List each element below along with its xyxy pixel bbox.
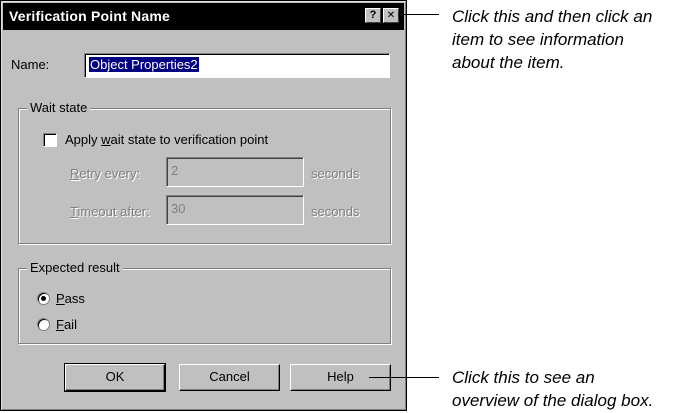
fail-label[interactable]: Fail — [56, 317, 77, 332]
wait-state-group-label: Wait state — [27, 100, 91, 115]
help-icon-leader-line — [398, 14, 439, 15]
context-help-icon[interactable]: ? — [365, 8, 381, 23]
apply-wait-state-checkbox[interactable] — [43, 133, 57, 147]
dialog-title: Verification Point Name — [9, 8, 170, 24]
retry-seconds-label: seconds — [311, 166, 360, 181]
verification-point-name-dialog: Verification Point Name ? ✕ Name: Object… — [0, 0, 407, 411]
help-button-callout: Click this to see an overview of the dia… — [452, 366, 688, 412]
ok-button[interactable]: OK — [64, 363, 166, 392]
retry-every-label: Retry every: — [70, 166, 140, 181]
name-label: Name: — [11, 57, 50, 72]
pass-radio-dot — [41, 296, 46, 301]
help-button-callout-line-2: overview of the dialog box. — [452, 391, 654, 410]
help-icon-callout: Click this and then click an item to see… — [452, 5, 688, 74]
pass-radio[interactable] — [37, 292, 50, 305]
help-button-callout-line-1: Click this to see an — [452, 368, 595, 387]
apply-wait-state-label-accel: w — [101, 132, 111, 147]
help-icon-callout-line-3: about the item. — [452, 53, 565, 72]
name-field-value: Object Properties2 — [89, 57, 199, 72]
help-button-leader-line — [369, 377, 439, 378]
apply-wait-state-label-pre: Apply — [65, 132, 102, 147]
cancel-button[interactable]: Cancel — [179, 364, 280, 391]
timeout-after-field[interactable]: 30 — [166, 195, 304, 225]
title-bar[interactable]: Verification Point Name ? ✕ — [3, 3, 404, 30]
help-icon-callout-line-2: item to see information — [452, 30, 624, 49]
name-field[interactable]: Object Properties2 — [84, 53, 390, 78]
retry-every-field[interactable]: 2 — [166, 157, 304, 187]
pass-label[interactable]: Pass — [56, 291, 85, 306]
retry-every-accel: R — [70, 166, 80, 181]
timeout-seconds-label: seconds — [311, 204, 360, 219]
expected-result-group: Expected result Pass Fail — [18, 260, 391, 344]
wait-state-group: Wait state Apply wait state to verificat… — [18, 100, 391, 244]
pass-rest: ass — [64, 291, 85, 306]
fail-radio[interactable] — [37, 318, 50, 331]
apply-wait-state-label[interactable]: Apply wait state to verification point — [65, 132, 268, 147]
timeout-after-label: Timeout after: — [70, 204, 150, 219]
apply-wait-state-label-post: ait state to verification point — [110, 132, 269, 147]
timeout-after-rest: imeout after: — [77, 204, 150, 219]
pass-accel: P — [56, 291, 65, 306]
fail-accel: F — [56, 317, 64, 332]
help-icon-callout-line-1: Click this and then click an — [452, 7, 653, 26]
close-icon[interactable]: ✕ — [383, 8, 399, 23]
expected-result-group-label: Expected result — [27, 260, 123, 275]
fail-rest: ail — [63, 317, 77, 332]
retry-every-rest: etry every: — [79, 166, 141, 181]
